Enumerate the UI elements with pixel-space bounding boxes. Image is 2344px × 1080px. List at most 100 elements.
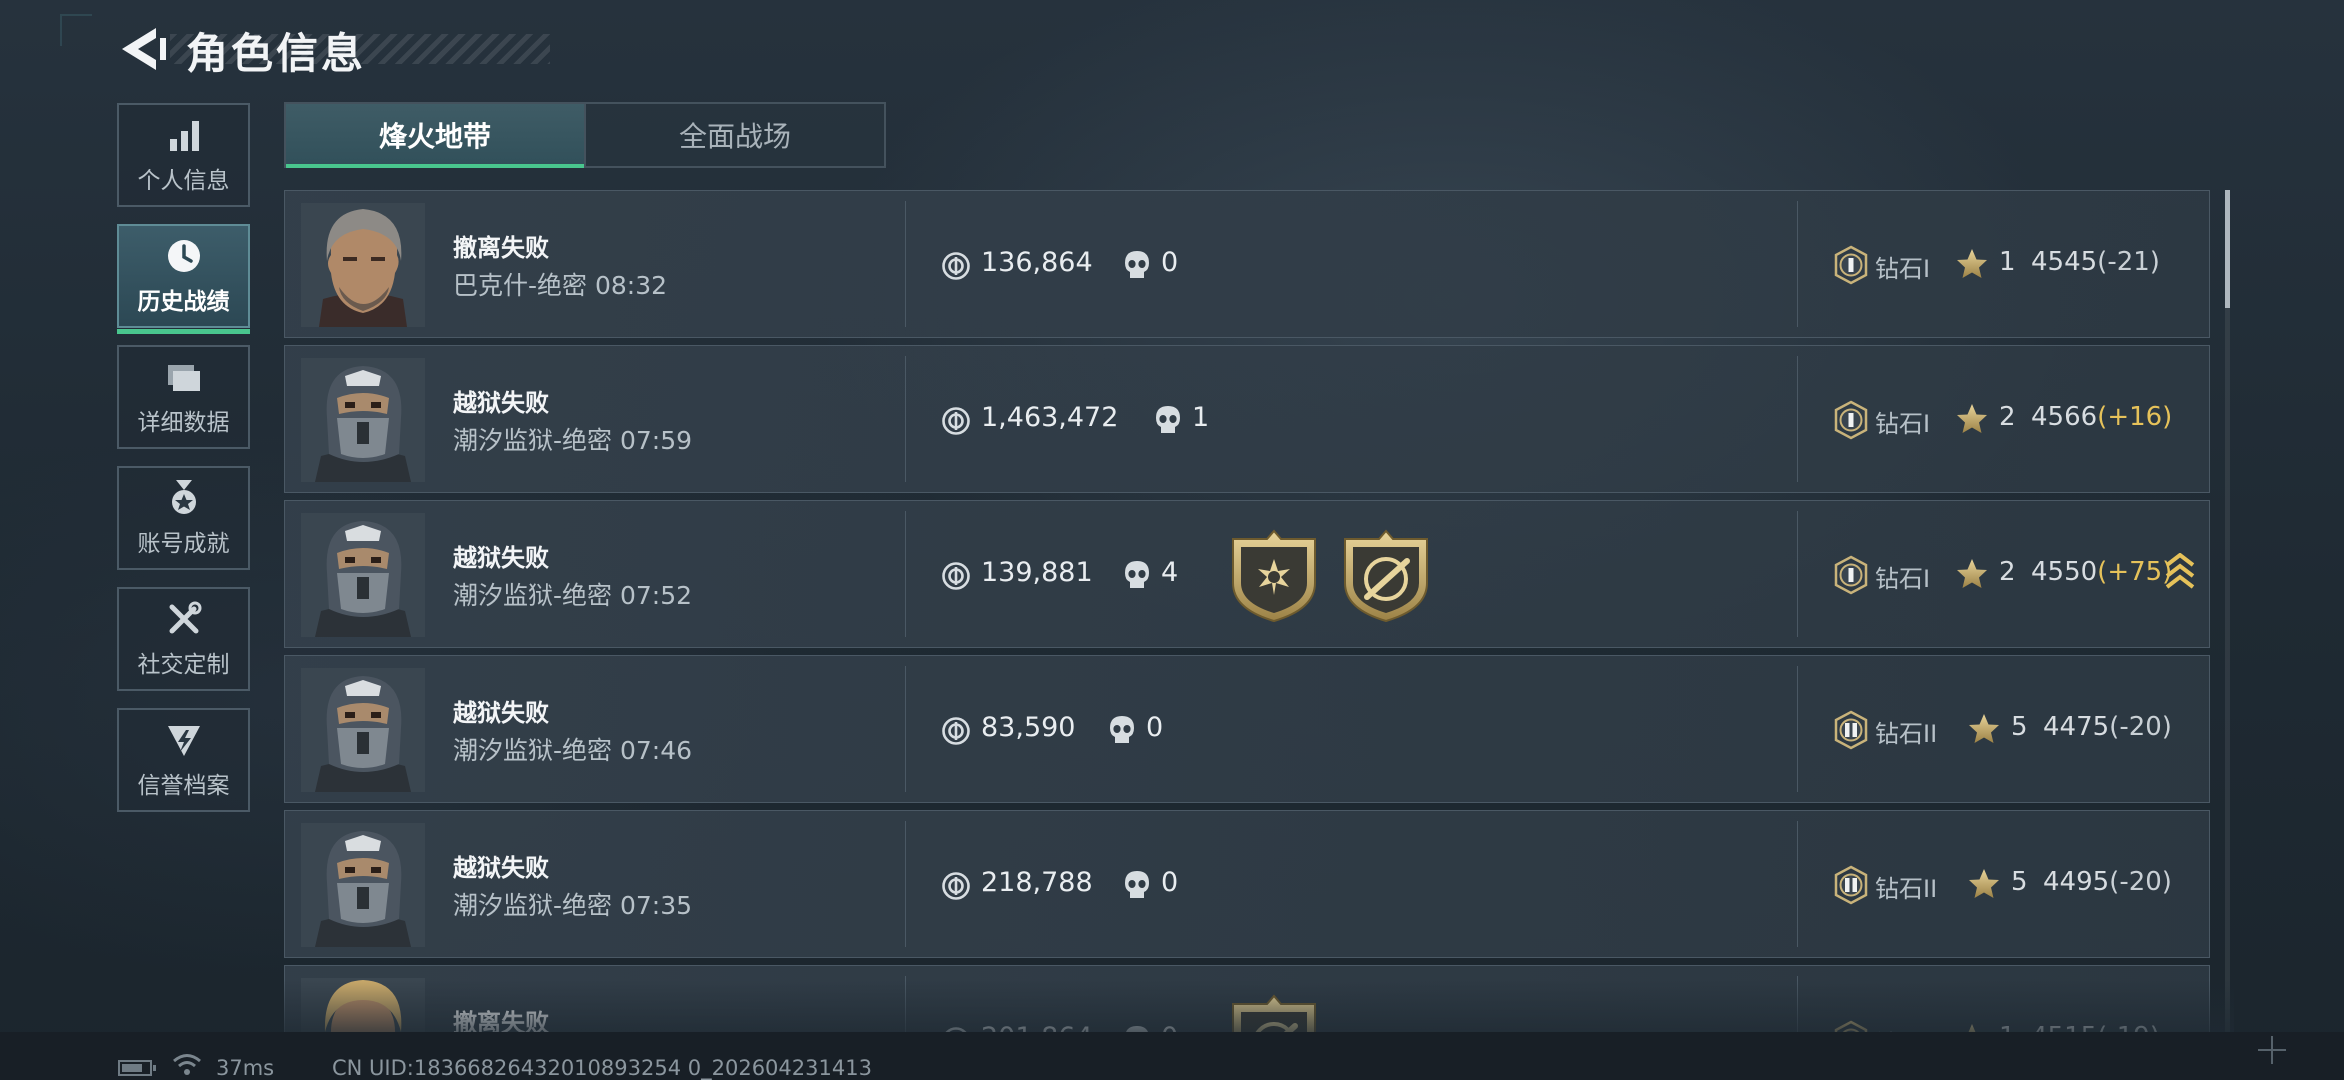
operator-avatar [301,513,425,637]
sidebar-item-personal-info[interactable]: 个人信息 [117,103,250,207]
row-divider [905,976,906,1032]
coin-icon [941,716,971,746]
rank-name: 钻石I [1875,410,1931,438]
rank-diamond-2-icon [1833,865,1869,905]
coin-icon [941,406,971,436]
kill-count: 0 [1161,1022,1178,1032]
star-icon [1955,1022,1989,1032]
match-map-time: 潮汐监狱-绝密 07:52 [453,581,693,610]
back-button[interactable] [116,24,172,74]
kill-count: 0 [1161,247,1179,278]
star-count: 5 [2011,867,2028,897]
sidebar-item-achievements[interactable]: 账号成就 [117,466,250,570]
star-count: 1 [1999,247,2016,277]
tab-full-battlefield[interactable]: 全面战场 [584,104,884,166]
folder-icon [167,365,200,391]
match-result: 撤离失败 [453,234,549,262]
match-row[interactable]: 越狱失败 潮汐监狱-绝密 07:59 1,463,472 1 钻石I 2 4566(+16) [284,345,2210,493]
match-row[interactable]: 撤离失败 201,864 0 钻石I 1 4515(-19) [284,965,2210,1032]
match-result: 越狱失败 [453,544,549,572]
row-divider [1797,356,1798,482]
sidebar-item-social-custom[interactable]: 社交定制 [117,587,250,691]
row-divider [1797,821,1798,947]
sidebar-item-label: 信誉档案 [137,773,230,799]
score-value: 4566 [2031,402,2098,432]
operator-avatar [301,978,425,1032]
rank-score: 4550(+75) [2031,557,2172,587]
mode-tabs: 烽火地带 全面战场 [284,102,886,168]
rank-score: 4545(-21) [2031,247,2160,277]
score-value: 4550 [2031,557,2098,587]
rank-diamond-1-icon [1833,555,1869,595]
sidebar-item-detailed-data[interactable]: 详细数据 [117,345,250,449]
score-value: 4475 [2043,712,2110,742]
operator-avatar [301,358,425,482]
score-delta: (+75) [2097,557,2173,587]
plus-corner-icon [2258,1036,2286,1064]
row-divider [1797,511,1798,637]
coin-value: 83,590 [981,712,1076,743]
bar-chart-icon [169,121,199,151]
rank-diamond-1-icon [1833,1020,1869,1032]
match-result: 撤离失败 [453,1009,549,1032]
scrollbar-thumb[interactable] [2225,190,2230,308]
score-delta: (+16) [2097,402,2173,432]
score-delta: (-19) [2097,1022,2160,1032]
match-result: 越狱失败 [453,389,549,417]
match-row[interactable]: 越狱失败 潮汐监狱-绝密 07:52 139,881 4 钻石I 2 4550(+75) [284,500,2210,648]
sidebar-item-label: 账号成就 [137,531,230,557]
kill-count: 0 [1146,712,1164,743]
kill-count: 0 [1161,867,1179,898]
operator-avatar [301,203,425,327]
match-row[interactable]: 越狱失败 潮汐监狱-绝密 07:35 218,788 0 钻石II 5 4495(-20) [284,810,2210,958]
match-row[interactable]: 撤离失败 巴克什-绝密 08:32 136,864 0 钻石I 1 4545(-21) [284,190,2210,338]
rank-name: 钻石I [1875,1024,1930,1032]
coin-value: 1,463,472 [981,402,1119,433]
tab-beacon-zone[interactable]: 烽火地带 [286,104,584,168]
sidebar-item-label: 详细数据 [137,410,230,436]
coin-value: 201,864 [981,1022,1093,1032]
match-history-list[interactable]: 撤离失败 巴克什-绝密 08:32 136,864 0 钻石I 1 4545(-21) 越狱失… [284,190,2212,1032]
score-delta: (-20) [2109,867,2172,897]
sidebar-item-label: 个人信息 [137,168,230,194]
rank-diamond-1-icon [1833,400,1869,440]
coin-icon [941,561,971,591]
sidebar-item-label: 历史战绩 [137,289,230,315]
match-result: 越狱失败 [453,854,549,882]
kill-skull-icon [1123,869,1151,901]
kill-skull-icon [1123,559,1151,591]
star-count: 1 [1999,1022,2016,1032]
coin-value: 139,881 [981,557,1093,588]
sidebar-item-label: 社交定制 [137,652,230,678]
score-value: 4495 [2043,867,2110,897]
ping-readout: 37ms [216,1056,275,1080]
score-value: 4515 [2031,1022,2097,1032]
star-icon [1955,557,1989,591]
match-row[interactable]: 越狱失败 潮汐监狱-绝密 07:46 83,590 0 钻石II 5 4475(-20) [284,655,2210,803]
clock-icon [167,240,200,272]
shield-emblem-icon [167,726,200,756]
rank-score: 4495(-20) [2043,867,2172,897]
rank-up-chevrons-icon [2165,553,2195,589]
kill-skull-icon [1154,404,1182,436]
rank-score: 4515(-19) [2031,1022,2160,1032]
star-count: 5 [2011,712,2028,742]
kill-count: 1 [1192,402,1210,433]
crossed-rifle-badge [1229,994,1319,1032]
rank-name: 钻石II [1875,875,1938,903]
star-icon [1955,247,1989,281]
rank-diamond-1-icon [1833,245,1869,285]
list-scrollbar[interactable] [2225,190,2230,1032]
wifi-icon [173,1054,201,1075]
sidebar-item-reputation[interactable]: 信誉档案 [117,708,250,812]
uid-readout: CN UID:18366826432010893254 0_2026042314… [332,1056,872,1080]
coin-value: 218,788 [981,867,1093,898]
kill-count: 4 [1161,557,1179,588]
chevron-left-icon [122,28,166,70]
rank-name: 钻石II [1875,720,1938,748]
match-map-time: 潮汐监狱-绝密 07:46 [453,736,693,765]
sidebar-item-match-history[interactable]: 历史战绩 [117,224,250,334]
score-value: 4545 [2031,247,2098,277]
rank-score: 4475(-20) [2043,712,2172,742]
operator-avatar [301,668,425,792]
